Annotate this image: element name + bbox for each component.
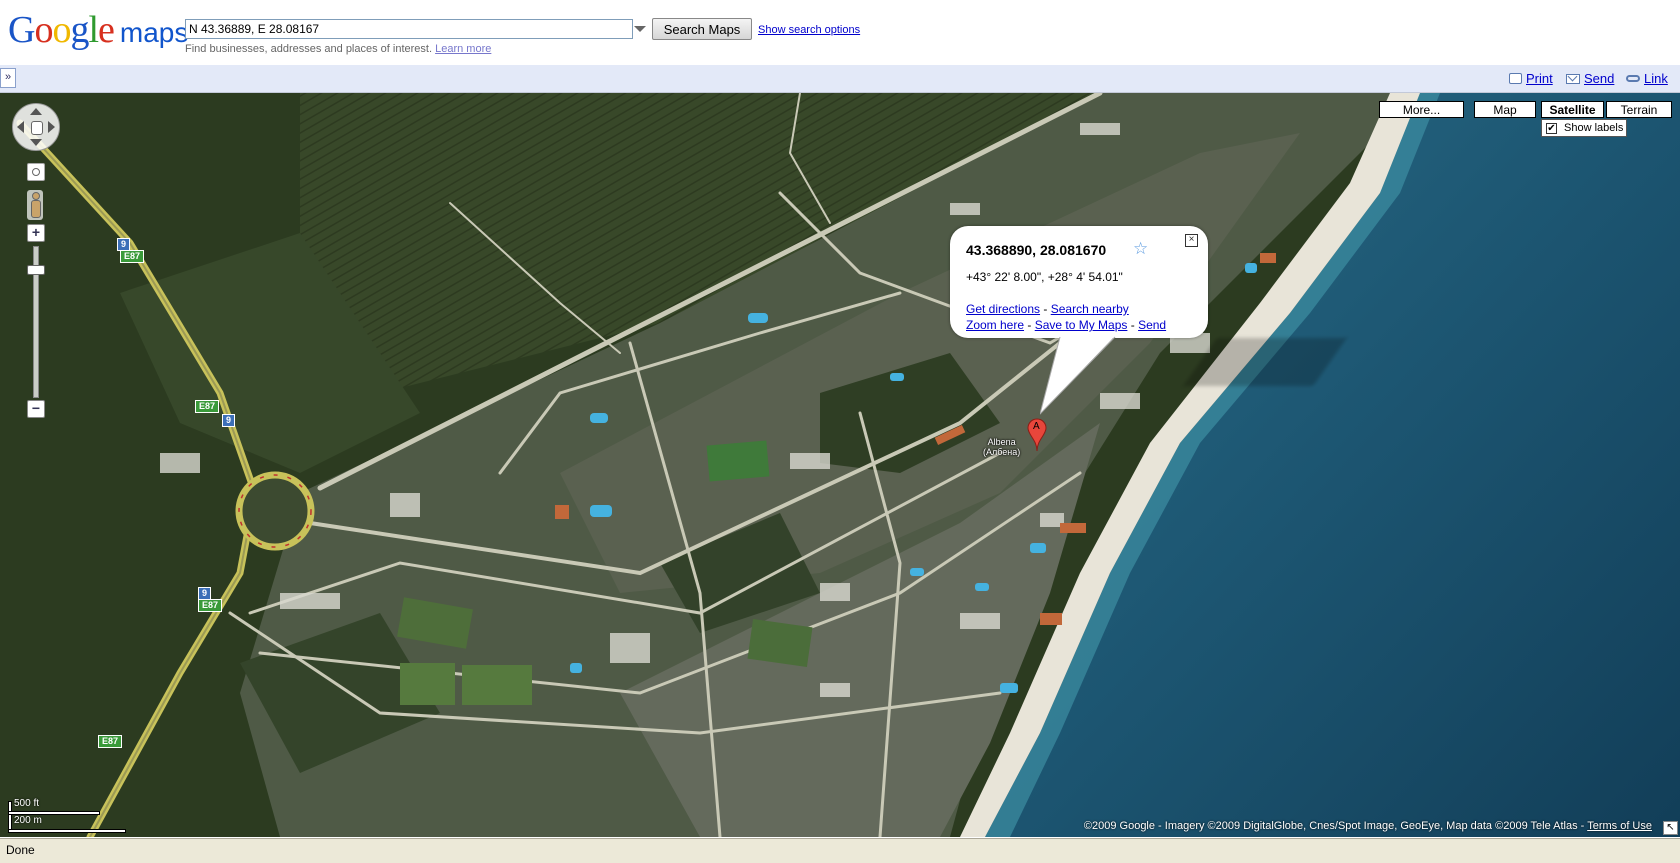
pan-left-icon[interactable] — [17, 121, 24, 133]
close-icon[interactable]: × — [1185, 234, 1198, 247]
zoom-slider-thumb[interactable] — [27, 265, 45, 275]
route-e87-shield: E87 — [120, 250, 145, 263]
zoom-in-button[interactable]: + — [27, 224, 45, 242]
get-directions-link[interactable]: Get directions — [966, 302, 1040, 316]
scale-bar: 500 ft 200 m — [8, 793, 128, 833]
coordinates-dms: +43° 22' 8.00", +28° 4' 54.01" — [966, 270, 1123, 284]
poi-name-cyrillic: (Албена) — [983, 447, 1021, 457]
status-text: Done — [6, 843, 35, 857]
print-button[interactable]: Print — [1509, 71, 1553, 86]
more-layers-button[interactable]: More... — [1379, 101, 1464, 118]
map-toolbar: » Print Send Link — [0, 65, 1680, 93]
show-search-options-link[interactable]: Show search options — [758, 24, 860, 36]
zoom-here-link[interactable]: Zoom here — [966, 318, 1024, 332]
link-button[interactable]: Link — [1626, 71, 1668, 86]
send-button[interactable]: Send — [1566, 71, 1614, 86]
send-link[interactable]: Send — [1584, 71, 1614, 86]
link-separator: - — [1127, 318, 1139, 332]
poi-name: Albena — [987, 437, 1016, 447]
satellite-imagery — [0, 93, 1680, 837]
scale-meters: 200 m — [14, 815, 42, 826]
route-e87-shield: E87 — [198, 599, 223, 612]
return-to-center-button[interactable] — [27, 163, 45, 181]
route-9-shield: 9 — [222, 414, 236, 427]
envelope-icon — [1566, 73, 1580, 84]
browser-status-bar: Done — [0, 838, 1680, 863]
learn-more-link[interactable]: Learn more — [435, 43, 491, 55]
satellite-view-button[interactable]: Satellite — [1541, 101, 1604, 118]
pan-right-icon[interactable] — [48, 121, 55, 133]
search-input[interactable] — [185, 19, 633, 39]
search-hint-text: Find businesses, addresses and places of… — [185, 43, 433, 55]
map-view-button[interactable]: Map — [1474, 101, 1536, 118]
search-hint: Find businesses, addresses and places of… — [185, 43, 491, 55]
search-history-dropdown[interactable] — [632, 20, 646, 38]
satellite-map[interactable]: 9 E87 E87 9 9 E87 E87 + − More... Map Sa… — [0, 93, 1680, 837]
scale-feet: 500 ft — [14, 798, 40, 809]
header: Google maps Search Maps Show search opti… — [0, 0, 1680, 65]
hand-icon[interactable] — [31, 121, 43, 135]
marker-label: A — [1033, 421, 1040, 432]
show-labels-label: Show labels — [1564, 122, 1624, 134]
expand-panel-button[interactable]: » — [0, 68, 16, 88]
pan-up-icon[interactable] — [30, 108, 42, 115]
terms-of-use-link[interactable]: Terms of Use — [1587, 820, 1652, 832]
route-e87-shield: E87 — [98, 735, 123, 748]
logo-maps: maps — [119, 17, 189, 48]
location-marker[interactable]: A — [1027, 418, 1047, 452]
save-to-my-maps-link[interactable]: Save to My Maps — [1035, 318, 1128, 332]
search-maps-button[interactable]: Search Maps — [652, 18, 752, 40]
route-e87-shield: E87 — [195, 400, 220, 413]
info-links-row-1: Get directions - Search nearby — [966, 302, 1129, 316]
overview-toggle-icon[interactable]: ↖ — [1663, 821, 1678, 835]
logo-google: Google — [8, 9, 115, 51]
info-window: 43.368890, 28.081670 ☆ × +43° 22' 8.00",… — [950, 226, 1208, 338]
send-location-link[interactable]: Send — [1138, 318, 1166, 332]
copyright-notice: ©2009 Google - Imagery ©2009 DigitalGlob… — [1084, 820, 1652, 832]
info-window-tail — [1040, 336, 1116, 415]
terrain-view-button[interactable]: Terrain — [1606, 101, 1672, 118]
link-link[interactable]: Link — [1644, 71, 1668, 86]
star-icon[interactable]: ☆ — [1133, 239, 1148, 259]
pegman-icon[interactable] — [27, 190, 43, 220]
poi-label-albena[interactable]: Albena (Албена) — [983, 437, 1020, 457]
scale-bar-meters — [8, 829, 126, 833]
copyright-text: ©2009 Google - Imagery ©2009 DigitalGlob… — [1083, 820, 1585, 832]
zoom-out-button[interactable]: − — [27, 400, 45, 418]
google-maps-logo[interactable]: Google maps — [8, 8, 188, 52]
show-labels-checkbox[interactable]: ✔ — [1546, 123, 1557, 134]
pan-control[interactable] — [12, 103, 60, 151]
link-separator: - — [1024, 318, 1035, 332]
link-separator: - — [1040, 302, 1051, 316]
info-links-row-2: Zoom here - Save to My Maps - Send — [966, 318, 1166, 332]
coordinates-title: 43.368890, 28.081670 — [966, 242, 1107, 258]
search-nearby-link[interactable]: Search nearby — [1051, 302, 1129, 316]
show-labels-toggle[interactable]: ✔ Show labels — [1541, 119, 1627, 137]
printer-icon — [1509, 73, 1522, 84]
pan-down-icon[interactable] — [30, 139, 42, 146]
print-link[interactable]: Print — [1526, 71, 1553, 86]
chain-link-icon — [1626, 75, 1640, 82]
